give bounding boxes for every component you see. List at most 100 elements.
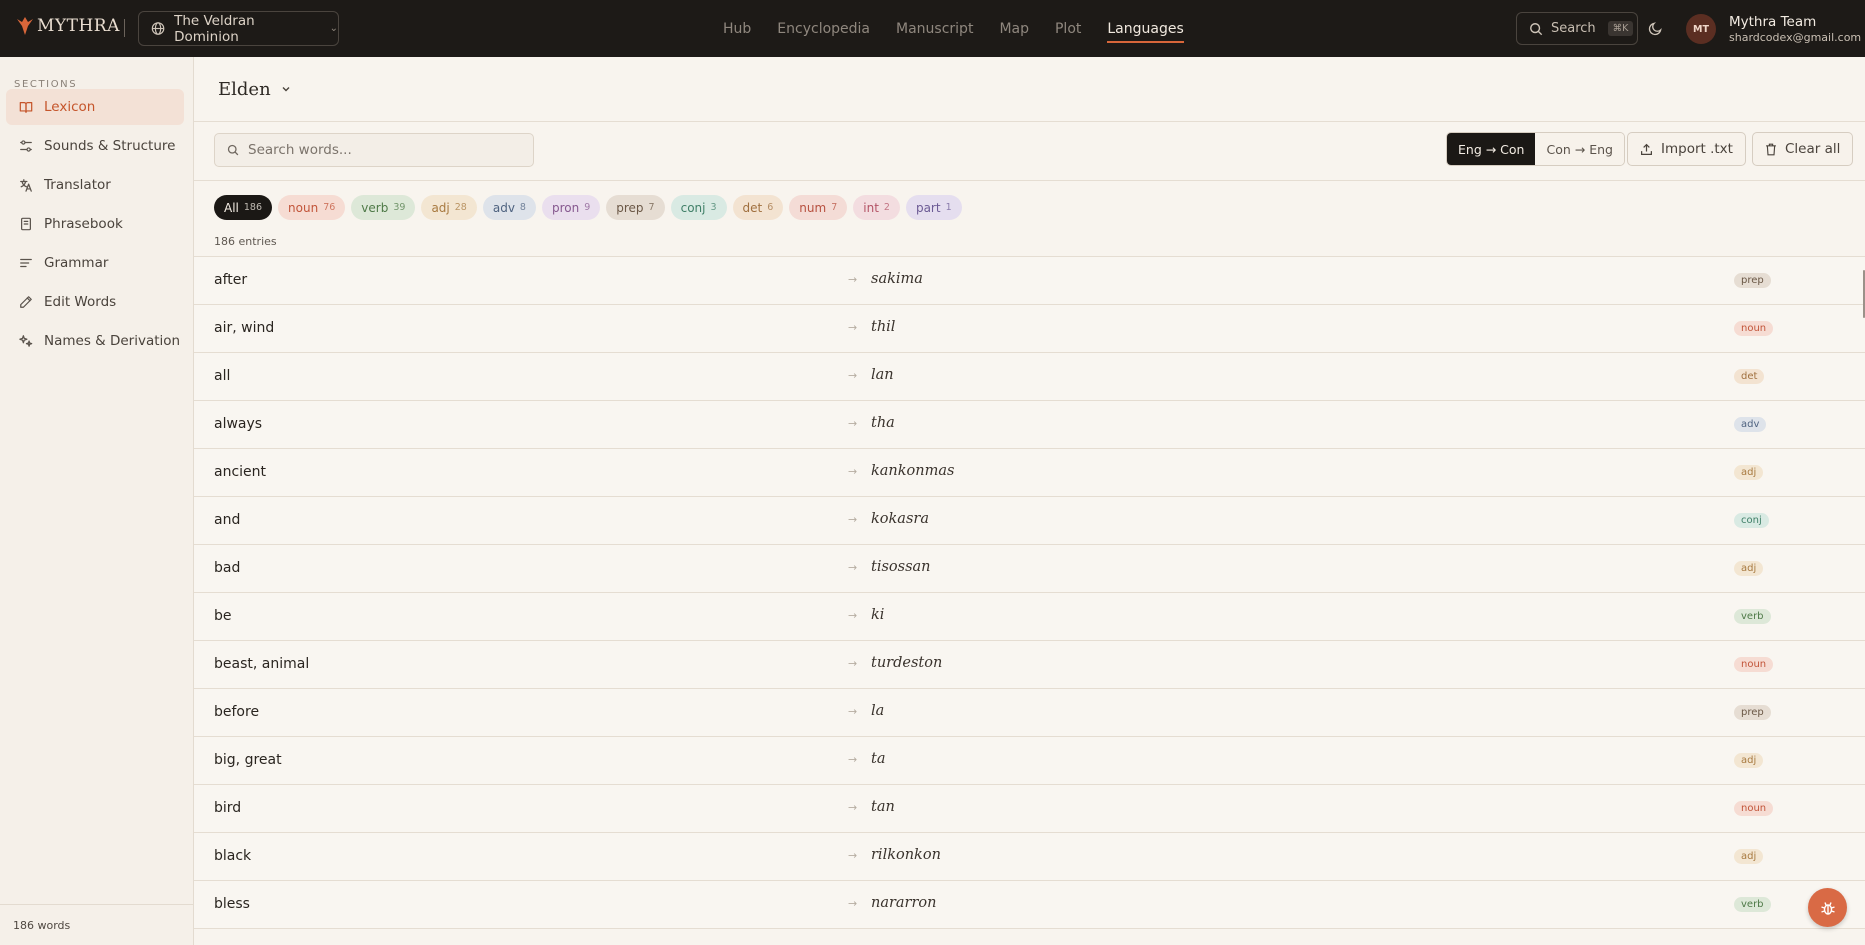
search-button[interactable]: Search ⌘K xyxy=(1516,12,1638,45)
clear-all-button[interactable]: Clear all xyxy=(1752,132,1854,166)
table-row[interactable]: before → la prep xyxy=(194,689,1865,737)
direction-toggle: Eng → Con Con → Eng xyxy=(1446,132,1625,166)
table-row[interactable]: and → kokasra conj xyxy=(194,497,1865,545)
mythra-logo[interactable]: MYTHRA xyxy=(16,16,120,36)
nav-hub[interactable]: Hub xyxy=(710,0,764,57)
table-row[interactable]: all → lan det xyxy=(194,353,1865,401)
table-row[interactable]: bad → tisossan adj xyxy=(194,545,1865,593)
nav-languages[interactable]: Languages xyxy=(1094,0,1196,57)
table-row[interactable]: bird → tan noun xyxy=(194,785,1865,833)
nav-encyclopedia[interactable]: Encyclopedia xyxy=(764,0,883,57)
entries-count: 186 entries xyxy=(214,235,277,248)
pos-filters: All 186 noun 76 verb 39 adj 28 adv 8 pron 9 prep 7 con… xyxy=(194,181,1865,257)
filter-chip-part[interactable]: part 1 xyxy=(905,195,962,220)
english-word: bad xyxy=(214,560,241,576)
filter-chip-num[interactable]: num 7 xyxy=(789,195,848,220)
arrow-right-icon: → xyxy=(848,705,858,718)
chevron-down-icon xyxy=(282,87,290,92)
table-row[interactable]: bless → nararron verb xyxy=(194,881,1865,929)
arrow-right-icon: → xyxy=(848,609,858,622)
filter-chip-noun[interactable]: noun 76 xyxy=(278,195,346,220)
english-word: after xyxy=(214,272,248,288)
chip-count: 7 xyxy=(648,202,655,213)
chip-label: adv xyxy=(492,200,515,215)
english-word: beast, animal xyxy=(214,656,310,672)
chevron-down-icon: ⌄ xyxy=(329,23,338,34)
world-switcher[interactable]: The Veldran Dominion ⌄ xyxy=(138,11,339,46)
chip-label: prep xyxy=(616,200,644,215)
sidebar-item-translator[interactable]: Translator xyxy=(6,167,184,203)
chip-count: 76 xyxy=(323,202,336,213)
conlang-word: kokasra xyxy=(871,511,929,527)
chip-count: 186 xyxy=(243,202,263,213)
search-input[interactable] xyxy=(248,142,518,158)
pos-badge: det xyxy=(1734,369,1765,384)
nav-plot[interactable]: Plot xyxy=(1042,0,1094,57)
filter-chip-det[interactable]: det 6 xyxy=(732,195,784,220)
trash-icon xyxy=(1766,143,1776,155)
filter-chip-verb[interactable]: verb 39 xyxy=(351,195,416,220)
chip-count: 1 xyxy=(945,202,952,213)
sidebar-item-label: Translator xyxy=(44,177,111,193)
theme-toggle-button[interactable] xyxy=(1644,17,1666,39)
chip-count: 28 xyxy=(454,202,467,213)
arrow-right-icon: → xyxy=(848,321,858,334)
word-search xyxy=(214,133,534,167)
nav-map[interactable]: Map xyxy=(986,0,1042,57)
table-row[interactable]: big, great → ta adj xyxy=(194,737,1865,785)
filter-chip-all[interactable]: All 186 xyxy=(214,195,273,220)
sidebar-item-label: Sounds & Structure xyxy=(44,138,176,154)
import-button[interactable]: Import .txt xyxy=(1627,132,1746,166)
arrow-right-icon: → xyxy=(848,273,858,286)
pos-badge: verb xyxy=(1734,897,1771,912)
nav-manuscript[interactable]: Manuscript xyxy=(883,0,986,57)
sidebar-item-names-derivation[interactable]: Names & Derivation xyxy=(6,323,184,359)
conlang-word: lan xyxy=(871,367,894,383)
brand-name: MYTHRA xyxy=(37,16,120,36)
arrow-right-icon: → xyxy=(848,369,858,382)
phoenix-logo-icon xyxy=(17,17,33,35)
chip-label: int xyxy=(863,200,879,215)
sidebar-item-grammar[interactable]: Grammar xyxy=(6,245,184,281)
filter-chip-conj[interactable]: conj 3 xyxy=(670,195,727,220)
table-row[interactable]: air, wind → thil noun xyxy=(194,305,1865,353)
filter-chip-prep[interactable]: prep 7 xyxy=(606,195,665,220)
filter-chip-int[interactable]: int 2 xyxy=(853,195,900,220)
english-word: ancient xyxy=(214,464,267,480)
con-to-eng-button[interactable]: Con → Eng xyxy=(1535,133,1624,165)
chip-count: 3 xyxy=(710,202,717,213)
table-row[interactable]: black → rilkonkon adj xyxy=(194,833,1865,881)
filter-chip-pron[interactable]: pron 9 xyxy=(541,195,601,220)
lexicon-list: after → sakima prep air, wind → thil noun all → la… xyxy=(194,257,1865,945)
table-row[interactable]: be → ki verb xyxy=(194,593,1865,641)
conlang-word: rilkonkon xyxy=(871,847,941,863)
filter-chip-adv[interactable]: adv 8 xyxy=(482,195,536,220)
sidebar-item-phrasebook[interactable]: Phrasebook xyxy=(6,206,184,242)
pos-badge: adv xyxy=(1734,417,1767,432)
book-open-icon xyxy=(19,102,33,113)
chip-count: 6 xyxy=(767,202,774,213)
avatar[interactable]: MT xyxy=(1686,14,1716,44)
pos-badge: adj xyxy=(1734,465,1764,480)
chip-label: num xyxy=(799,200,827,215)
translate-icon xyxy=(20,179,32,192)
filter-chip-adj[interactable]: adj 28 xyxy=(421,195,477,220)
table-row[interactable]: beast, animal → turdeston noun xyxy=(194,641,1865,689)
sidebar-item-sounds-structure[interactable]: Sounds & Structure xyxy=(6,128,184,164)
main-nav: Hub Encyclopedia Manuscript Map Plot Language… xyxy=(710,0,1197,57)
english-word: and xyxy=(214,512,241,528)
bug-report-button[interactable] xyxy=(1808,888,1847,927)
sidebar-item-edit-words[interactable]: Edit Words xyxy=(6,284,184,320)
pos-badge: adj xyxy=(1734,849,1764,864)
divider xyxy=(124,19,125,37)
eng-to-con-button[interactable]: Eng → Con xyxy=(1447,133,1536,165)
language-selector[interactable]: Elden xyxy=(218,79,291,100)
english-word: air, wind xyxy=(214,320,275,336)
sidebar-item-label: Phrasebook xyxy=(44,216,123,232)
table-row[interactable]: ancient → kankonmas adj xyxy=(194,449,1865,497)
sidebar-item-lexicon[interactable]: Lexicon xyxy=(6,89,184,125)
globe-icon xyxy=(151,22,165,35)
table-row[interactable]: always → tha adv xyxy=(194,401,1865,449)
sidebar-item-label: Grammar xyxy=(44,255,109,271)
table-row[interactable]: after → sakima prep xyxy=(194,257,1865,305)
